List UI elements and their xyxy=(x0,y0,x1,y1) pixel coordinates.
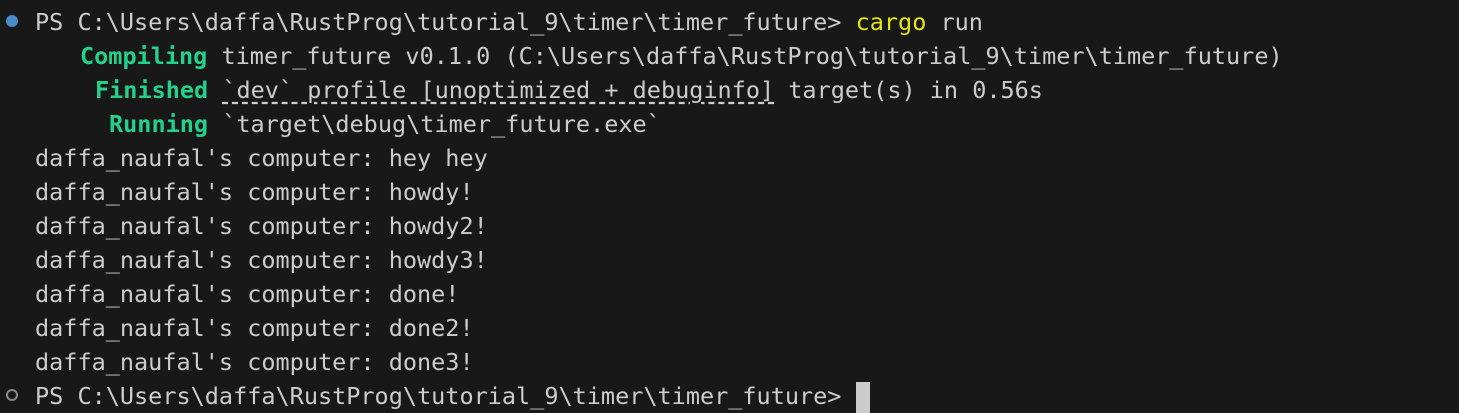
output-line: daffa_naufal's computer: done3! xyxy=(35,348,474,376)
finished-label: Finished xyxy=(95,76,209,104)
output-line: daffa_naufal's computer: howdy2! xyxy=(35,212,488,240)
final-prompt-path: PS C:\Users\daffa\RustProg\tutorial_9\ti… xyxy=(35,382,842,410)
compiling-text: timer_future v0.1.0 (C:\Users\daffa\Rust… xyxy=(221,42,1283,70)
final-prompt-line[interactable]: PS C:\Users\daffa\RustProg\tutorial_9\ti… xyxy=(35,379,871,413)
compiling-label: Compiling xyxy=(80,42,208,70)
command-success-decoration-icon[interactable] xyxy=(6,15,18,27)
finished-rest: target(s) in 0.56s xyxy=(788,76,1043,104)
running-text: `target\debug\timer_future.exe` xyxy=(222,110,661,138)
terminal-top-edge xyxy=(0,0,1459,4)
output-line: daffa_naufal's computer: done! xyxy=(35,280,460,308)
running-line: Running `target\debug\timer_future.exe` xyxy=(109,107,661,141)
finished-profile-link[interactable]: `dev` profile [unoptimized + debuginfo] xyxy=(222,76,774,104)
command-args: run xyxy=(940,8,983,36)
output-line: daffa_naufal's computer: howdy! xyxy=(35,178,474,206)
command-program: cargo xyxy=(855,8,927,36)
prompt-path: PS C:\Users\daffa\RustProg\tutorial_9\ti… xyxy=(35,8,842,36)
finished-line: Finished `dev` profile [unoptimized + de… xyxy=(95,73,1043,107)
output-line: daffa_naufal's computer: hey hey xyxy=(35,144,488,172)
compiling-line: Compiling timer_future v0.1.0 (C:\Users\… xyxy=(80,39,1283,73)
output-line: daffa_naufal's computer: done2! xyxy=(35,314,474,342)
terminal-panel[interactable]: PS C:\Users\daffa\RustProg\tutorial_9\ti… xyxy=(0,0,1459,413)
output-line: daffa_naufal's computer: howdy3! xyxy=(35,246,488,274)
running-label: Running xyxy=(109,110,209,138)
terminal-cursor xyxy=(856,381,871,413)
command-pending-decoration-icon[interactable] xyxy=(6,389,18,401)
prompt-line: PS C:\Users\daffa\RustProg\tutorial_9\ti… xyxy=(35,5,983,39)
